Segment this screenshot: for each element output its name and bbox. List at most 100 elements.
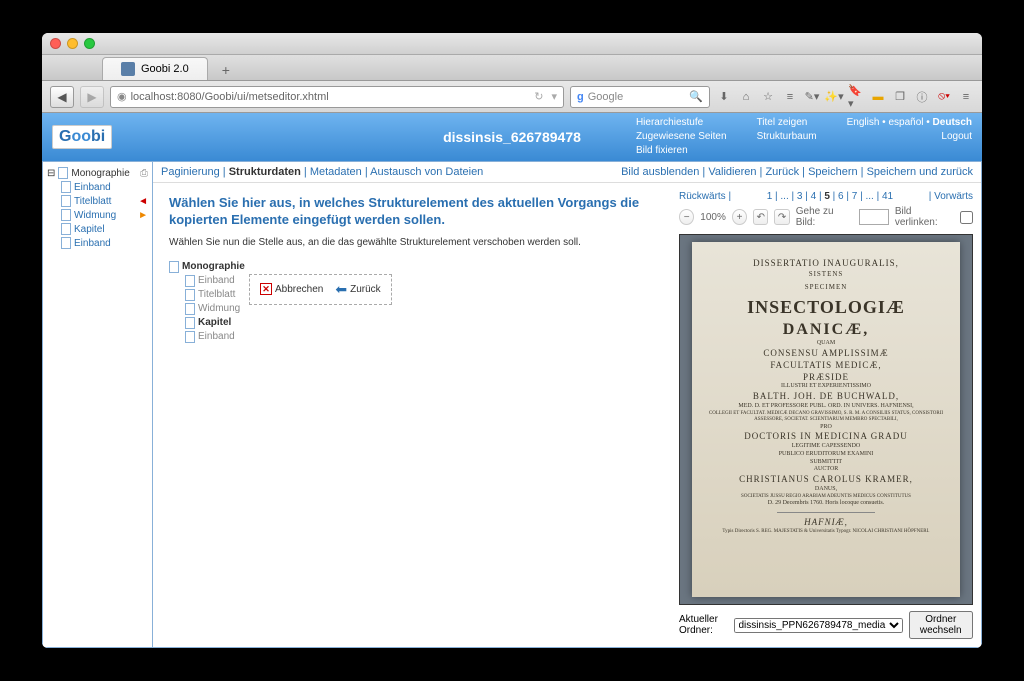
search-input[interactable]: g Google 🔍 [570,86,710,108]
block-icon[interactable]: ⦸▾ [936,89,952,105]
page-icon [61,223,71,235]
favicon-icon [121,62,135,76]
page-icon [185,289,195,301]
close-window-button[interactable] [50,38,61,49]
zoom-level: 100% [700,212,726,223]
goto-label: Gehe zu Bild: [796,206,853,228]
tree-item[interactable]: Widmung [169,302,245,316]
tree-item[interactable]: Einband [169,274,245,288]
bookmark-icon[interactable]: ☆ [760,89,776,105]
header-link[interactable]: Bild fixieren [636,145,688,156]
tree-root[interactable]: Monographie [169,260,245,274]
header-link[interactable]: Titel zeigen [757,117,808,128]
window-icon[interactable]: ❐ [892,89,908,105]
forward-button[interactable]: ▶ [80,86,104,108]
header-link[interactable]: Zugewiesene Seiten [636,131,727,142]
tree-item[interactable]: Einband [61,236,148,250]
zoom-out-icon[interactable]: − [679,209,694,225]
tab-pagination[interactable]: Paginierung [161,166,220,178]
rotate-left-icon[interactable]: ↶ [753,209,768,225]
page-icon [169,261,179,273]
folder-select[interactable]: dissinsis_PPN626789478_media [734,618,903,633]
page-icon [58,167,68,179]
tag-icon[interactable]: 🔖▾ [848,89,864,105]
page-icon [185,275,195,287]
pager-backward[interactable]: Rückwärts | [679,191,731,202]
action-hideimage[interactable]: Bild ausblenden [621,166,699,178]
minus-icon: ⊟ [47,168,55,179]
url-input[interactable]: ◉ localhost:8080/Goobi/ui/metseditor.xht… [110,86,564,108]
editor-tabs: Paginierung | Strukturdaten | Metadaten … [153,162,981,183]
tree-item-selected[interactable]: Kapitel [169,316,245,330]
panel-heading: Wählen Sie hier aus, in welches Struktur… [169,195,655,229]
tree-item[interactable]: Titelblatt◄ [61,194,148,208]
tree-item[interactable]: Titelblatt [169,288,245,302]
page-icon [185,303,195,315]
pager-pages[interactable]: 1 | ... | 3 | 4 | 5 | 6 | 7 | ... | 41 [767,191,893,202]
tab-fileexchange[interactable]: Austausch von Dateien [370,166,483,178]
app-header: Goobi dissinsis_626789478 Hierarchiestuf… [42,113,982,161]
browser-toolbar: ◀ ▶ ◉ localhost:8080/Goobi/ui/metseditor… [42,81,982,113]
home-icon[interactable]: ⌂ [738,89,754,105]
tree-item[interactable]: Kapitel [61,222,148,236]
action-saveback[interactable]: Speichern und zurück [867,166,973,178]
folder-change-button[interactable]: Ordner wechseln [909,611,974,639]
page-icon [61,181,71,193]
tab-title: Goobi 2.0 [141,63,189,75]
rotate-right-icon[interactable]: ↷ [774,209,789,225]
page-icon [185,317,195,329]
page-icon [185,331,195,343]
abort-button[interactable]: ✕Abbrechen [260,283,323,295]
goto-input[interactable] [859,209,889,225]
list-icon[interactable]: ≡ [782,89,798,105]
flag-icon: ◄ [138,196,148,207]
window-titlebar [42,33,982,55]
tree-item[interactable]: Einband [61,180,148,194]
panel-subtext: Wählen Sie nun die Stelle aus, an die da… [169,237,655,248]
info-icon[interactable]: ⓘ [914,89,930,105]
tree-item[interactable]: Widmung► [61,208,148,222]
tree-item[interactable]: Einband [169,330,245,344]
action-save[interactable]: Speichern [808,166,858,178]
tab-metadata[interactable]: Metadaten [310,166,362,178]
logo[interactable]: Goobi [52,125,112,149]
link-checkbox[interactable] [960,211,973,224]
language-switcher[interactable]: English • español • Deutsch [847,117,972,128]
browser-tab[interactable]: Goobi 2.0 [102,57,208,80]
action-validate[interactable]: Validieren [708,166,756,178]
reload-icon[interactable]: ↻ [534,90,543,103]
tree-root[interactable]: ⊟ Monographie ⎙ [47,166,148,180]
document-scan[interactable]: DISSERTATIO INAUGURALIS, SISTENS SPECIME… [679,234,973,605]
back-button[interactable]: ◀ [50,86,74,108]
main-panel: Wählen Sie hier aus, in welches Struktur… [153,183,671,647]
print-icon[interactable]: ⎙ [140,168,148,179]
process-title: dissinsis_626789478 [443,129,581,145]
x-icon: ✕ [260,283,272,295]
page-icon [61,195,71,207]
folder-icon[interactable]: ▬ [870,89,886,105]
flag-icon: ► [138,210,148,221]
logout-link[interactable]: Logout [941,131,972,142]
minimize-window-button[interactable] [67,38,78,49]
pager-forward[interactable]: | Vorwärts [929,191,973,202]
action-back[interactable]: Zurück [765,166,799,178]
page-icon [61,237,71,249]
menu-icon[interactable]: ≡ [958,89,974,105]
zoom-in-icon[interactable]: + [732,209,747,225]
target-tree: Monographie Einband Titelblatt Widmung K… [169,260,245,344]
brush-icon[interactable]: ✎▾ [804,89,820,105]
back-button[interactable]: ⬅Zurück [335,281,380,298]
browser-tabbar: Goobi 2.0 + [42,55,982,81]
download-icon[interactable]: ⬇ [716,89,732,105]
google-icon: g [577,91,584,103]
dropdown-icon[interactable]: ▾ [551,90,557,103]
wand-icon[interactable]: ✨▾ [826,89,842,105]
header-link[interactable]: Hierarchiestufe [636,117,703,128]
header-link[interactable]: Strukturbaum [757,131,817,142]
tab-structure[interactable]: Strukturdaten [229,166,301,178]
folder-label: Aktueller Ordner: [679,614,728,636]
maximize-window-button[interactable] [84,38,95,49]
image-viewer: Rückwärts | 1 | ... | 3 | 4 | 5 | 6 | 7 … [671,183,981,647]
action-box: ✕Abbrechen ⬅Zurück [249,274,392,305]
new-tab-button[interactable]: + [216,60,236,80]
